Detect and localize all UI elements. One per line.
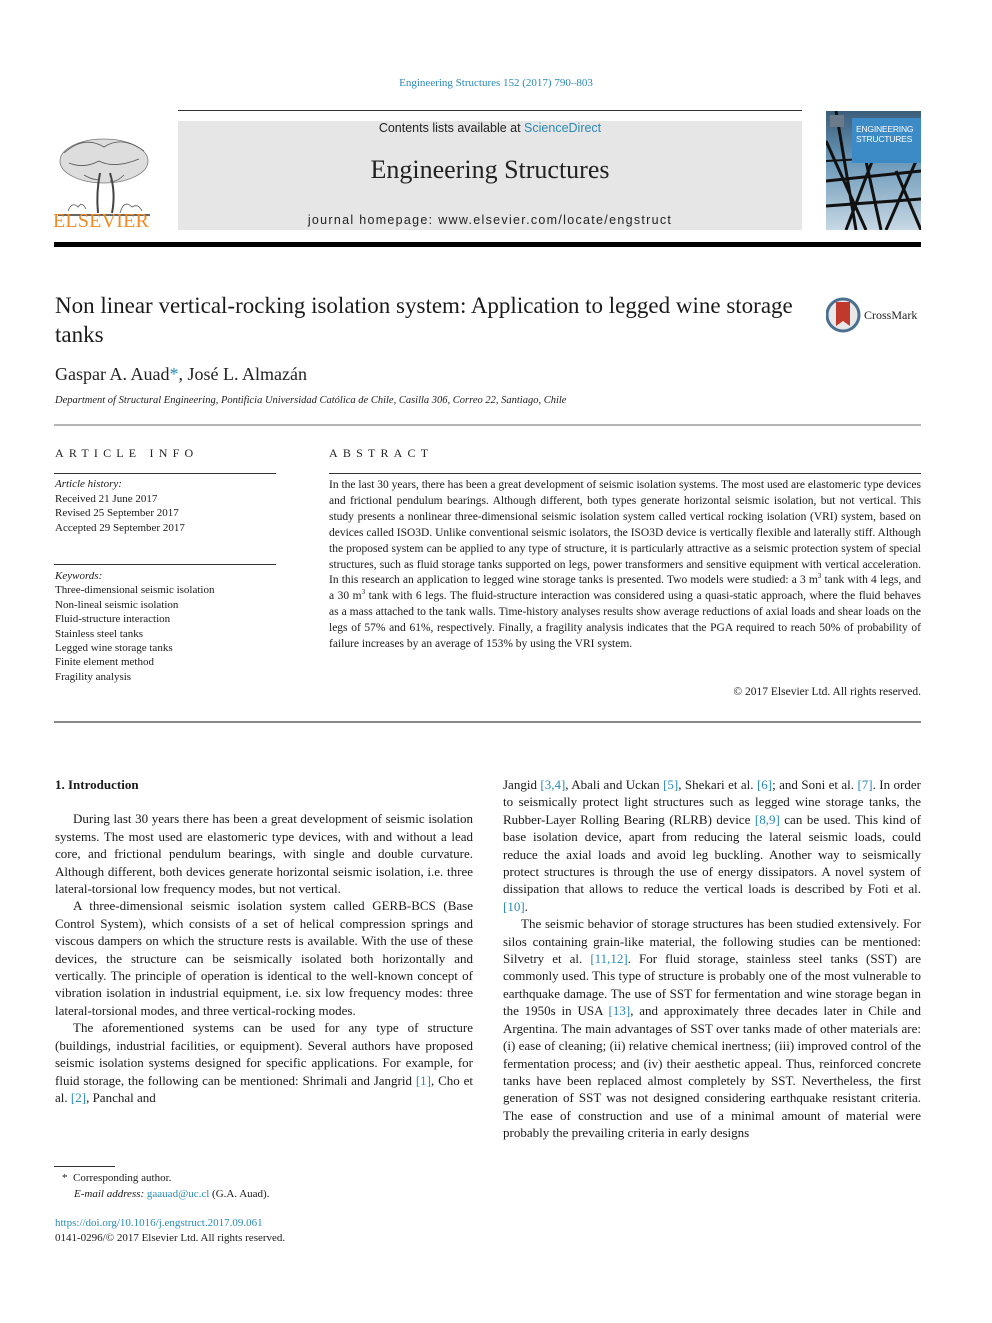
- body-column-right: Jangid [3,4], Abali and Uckan [5], Sheka…: [503, 776, 921, 1142]
- sciencedirect-link[interactable]: ScienceDirect: [524, 121, 601, 135]
- reference-link[interactable]: [1]: [416, 1073, 431, 1088]
- corresponding-author-note: * Corresponding author.: [62, 1170, 269, 1186]
- author-list: Gaspar A. Auad*, José L. Almazán: [55, 364, 307, 385]
- author-affiliation: Department of Structural Engineering, Po…: [55, 395, 567, 406]
- abstract-heading: ABSTRACT: [329, 446, 434, 460]
- abstract-text-part: In the last 30 years, there has been a g…: [329, 479, 921, 587]
- homepage-prefix: journal homepage:: [307, 213, 439, 227]
- body-paragraph: Jangid [3,4], Abali and Uckan [5], Sheka…: [503, 776, 921, 915]
- keyword-item: Fluid-structure interaction: [55, 613, 171, 626]
- email-label: E-mail address:: [74, 1188, 147, 1200]
- paragraph-text: , Panchal and: [86, 1089, 156, 1105]
- history-received: Received 21 June 2017: [55, 492, 158, 505]
- paragraph-text: ; and Soni et al.: [772, 777, 858, 792]
- abstract-copyright: © 2017 Elsevier Ltd. All rights reserved…: [733, 686, 921, 698]
- cover-title: ENGINEERING STRUCTURES: [852, 118, 921, 163]
- section-heading-introduction: 1. Introduction: [55, 777, 139, 792]
- reference-link[interactable]: [13]: [609, 1003, 631, 1018]
- paragraph-text: , and approximately three decades later …: [503, 1003, 921, 1141]
- header-top-rule: [178, 110, 802, 111]
- keywords-rule: [54, 564, 276, 565]
- journal-citation-link[interactable]: Engineering Structures 152 (2017) 790–80…: [0, 77, 992, 89]
- reference-link[interactable]: [10]: [503, 899, 525, 914]
- paragraph-text: Jangid: [503, 777, 541, 792]
- reference-link[interactable]: [8,9]: [755, 812, 780, 827]
- reference-link[interactable]: [7]: [857, 777, 872, 792]
- paragraph-text: The aforementioned systems can be used f…: [55, 1020, 473, 1088]
- header-thick-rule: [54, 242, 921, 247]
- abstract-bottom-rule: [54, 721, 921, 723]
- reference-link[interactable]: [11,12]: [590, 951, 627, 966]
- abstract-rule: [329, 473, 921, 474]
- doi-link[interactable]: https://doi.org/10.1016/j.engstruct.2017…: [55, 1216, 285, 1231]
- history-revised: Revised 25 September 2017: [55, 507, 179, 519]
- elsevier-wordmark: ELSEVIER: [53, 210, 150, 232]
- body-paragraph: A three-dimensional seismic isolation sy…: [55, 898, 473, 1018]
- footnote-rule: [54, 1166, 115, 1167]
- keyword-item: Three-dimensional seismic isolation: [55, 584, 215, 597]
- reference-link[interactable]: [5]: [663, 777, 678, 792]
- body-column-left: 1. Introduction During last 30 years the…: [55, 776, 473, 1106]
- journal-cover-image[interactable]: ENGINEERING STRUCTURES: [826, 111, 921, 230]
- article-title: Non linear vertical-rocking isolation sy…: [55, 293, 793, 347]
- email-note: E-mail address: gaauad@uc.cl (G.A. Auad)…: [62, 1186, 269, 1202]
- keyword-item: Finite element method: [55, 656, 154, 669]
- abstract-text: In the last 30 years, there has been a g…: [329, 478, 921, 653]
- abstract-text-part: tank with 6 legs. The fluid-structure in…: [329, 590, 921, 651]
- keywords-label: Keywords:: [55, 570, 103, 582]
- title-divider: [54, 424, 921, 426]
- body-paragraph: The aforementioned systems can be used f…: [55, 1019, 473, 1106]
- email-suffix: (G.A. Auad).: [209, 1188, 270, 1200]
- doi-block: https://doi.org/10.1016/j.engstruct.2017…: [55, 1216, 285, 1246]
- contents-prefix: Contents lists available at: [378, 121, 525, 135]
- contents-available-line: Contents lists available at ScienceDirec…: [178, 121, 802, 135]
- cover-title-line2: STRUCTURES: [856, 134, 913, 144]
- article-history: Article history: Received 21 June 2017 R…: [55, 477, 185, 535]
- keyword-item: Stainless steel tanks: [55, 627, 143, 640]
- author-name[interactable]: Gaspar A. Auad: [55, 364, 169, 384]
- paragraph-text: , Shekari et al.: [678, 777, 757, 792]
- journal-homepage-line: journal homepage: www.elsevier.com/locat…: [178, 213, 802, 227]
- keyword-item: Fragility analysis: [55, 670, 132, 683]
- reference-link[interactable]: [3,4]: [540, 777, 565, 792]
- homepage-url-link[interactable]: www.elsevier.com/locate/engstruct: [438, 213, 672, 227]
- article-history-label: Article history:: [55, 478, 122, 490]
- keyword-item: Non-lineal seismic isolation: [55, 598, 179, 611]
- keywords-list: Keywords: Three-dimensional seismic isol…: [55, 569, 214, 684]
- email-link[interactable]: gaauad@uc.cl: [147, 1188, 209, 1200]
- reference-link[interactable]: [2]: [71, 1090, 86, 1105]
- cover-title-line1: ENGINEERING: [856, 124, 914, 134]
- journal-name: Engineering Structures: [370, 155, 610, 184]
- article-info-rule: [54, 473, 276, 474]
- author-name[interactable]: José L. Almazán: [187, 364, 306, 384]
- issn-copyright: 0141-0296/© 2017 Elsevier Ltd. All right…: [55, 1232, 286, 1244]
- paragraph-text: .: [524, 898, 528, 914]
- history-accepted: Accepted 29 September 2017: [55, 521, 185, 534]
- keyword-item: Legged wine storage tanks: [55, 642, 173, 655]
- footnotes: * Corresponding author. E-mail address: …: [62, 1170, 269, 1202]
- reference-link[interactable]: [6]: [757, 777, 772, 792]
- body-paragraph: The seismic behavior of storage structur…: [503, 915, 921, 1141]
- paragraph-text: , Abali and Uckan: [565, 777, 664, 792]
- body-paragraph: During last 30 years there has been a gr…: [55, 811, 473, 897]
- crossmark-label[interactable]: CrossMark: [864, 308, 917, 323]
- footnote-text: Corresponding author.: [73, 1172, 172, 1184]
- footnote-star: *: [62, 1172, 68, 1184]
- article-info-heading: ARTICLE INFO: [55, 446, 199, 460]
